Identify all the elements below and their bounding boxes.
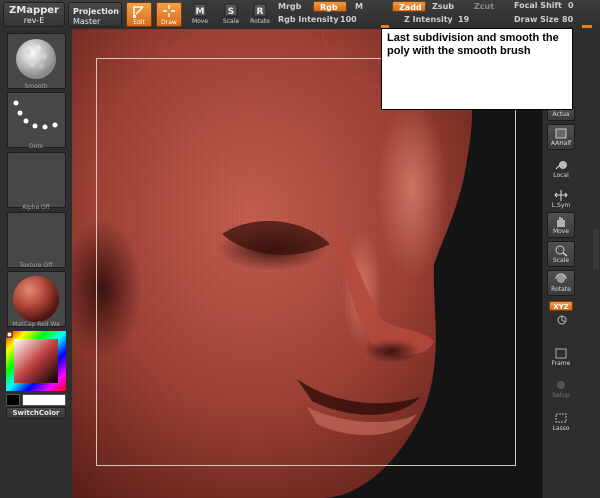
edit-tool-label: Edit [133,19,145,26]
scale-view-icon [555,245,568,257]
draw-size-value: 80 [562,15,574,24]
z-intensity-slider[interactable]: Z Intensity 19 [402,14,472,28]
scale-tool-label: Scale [222,18,240,25]
frame-label: Frame [551,360,571,367]
focal-shift-label: Focal Shift [514,1,562,10]
stroke-name: Dots [29,143,43,150]
matcap-sphere-icon [13,276,59,322]
top-toolbar: ZMapper rev-E Projection Master Edit Dra… [0,0,600,30]
draw-tool-label: Draw [161,19,177,26]
document-frame [96,58,516,466]
aahalf-button[interactable]: AAHalf [547,124,575,150]
zmapper-button[interactable]: ZMapper rev-E [3,2,65,27]
draw-tool-button[interactable]: Draw [156,2,182,27]
draw-icon [163,5,175,17]
alpha-thumbnail[interactable] [7,152,66,208]
zmapper-version: rev-E [23,16,45,25]
lasso-button[interactable]: Lasso [547,410,575,436]
aahalf-label: AAHalf [550,140,572,147]
scale-tool-button[interactable]: S Scale [218,2,244,27]
local-icon [555,161,567,170]
draw-size-label: Draw Size [514,15,559,24]
rgb-intensity-slider[interactable]: Rgb Intensity 100 [276,14,360,28]
setup-label: Setup [552,392,570,399]
svg-text:M: M [196,7,205,17]
move-icon: M [193,3,207,17]
rgb-intensity-label: Rgb Intensity [278,15,339,24]
tutorial-callout: Last subdivision and smooth the poly wit… [381,28,573,110]
texture-name: Texture Off [19,262,53,269]
focal-shift-slider[interactable]: Focal Shift 0 [512,0,598,14]
move-view-label: Move [552,228,570,235]
material-thumbnail[interactable] [7,271,66,327]
actual-label: Actua [552,111,570,118]
z-intensity-label: Z Intensity [404,15,453,24]
focal-shift-value: 0 [568,1,574,10]
z-intensity-value: 19 [458,15,470,24]
axis-icon [557,315,567,325]
local-button[interactable]: Local [547,157,575,183]
alpha-name: Alpha Off [22,204,50,211]
color-picker[interactable] [6,331,66,391]
scale-view-label: Scale [552,257,570,264]
frame-icon [555,348,567,359]
hand-icon [557,217,565,227]
xyz-label: XYZ [553,303,569,311]
main-color-swatch[interactable] [22,394,66,406]
move-view-button[interactable]: Move [547,212,575,238]
scale-icon: S [224,3,238,17]
aahalf-icon [555,128,567,139]
move-tool-button[interactable]: M Move [187,2,213,27]
lasso-label: Lasso [552,425,570,432]
rotate-tool-button[interactable]: R Rotate [247,2,273,27]
lasso-icon [555,413,567,423]
secondary-color-swatch[interactable] [6,394,20,406]
master-label: Master [73,17,101,26]
mrgb-toggle[interactable]: Mrgb [278,2,301,11]
rotate-view-icon [555,273,567,283]
projection-master-button[interactable]: Projection Master [68,2,122,27]
svg-text:R: R [257,7,264,17]
smooth-brush-icon [16,39,56,79]
xyz-toggle[interactable]: XYZ [549,301,573,311]
lsym-label: L.Sym [551,202,571,209]
scale-view-button[interactable]: Scale [547,241,575,267]
lsym-button[interactable]: L.Sym [547,187,575,213]
m-toggle[interactable]: M [355,2,363,11]
rotate-icon: R [253,3,267,17]
edit-tool-button[interactable]: Edit [126,2,152,27]
zmapper-label: ZMapper [9,5,59,16]
symmetry-icon [554,190,568,201]
texture-thumbnail[interactable] [7,212,66,268]
rotate-view-button[interactable]: Rotate [547,270,575,296]
switch-color-button[interactable]: SwitchColor [6,407,66,419]
rgb-intensity-value: 100 [340,15,357,24]
zadd-toggle[interactable]: Zadd [392,1,426,12]
rgb-toggle[interactable]: Rgb [313,1,347,12]
zsub-toggle[interactable]: Zsub [432,2,454,11]
rotate-tool-label: Rotate [250,18,270,25]
stroke-thumbnail[interactable] [7,92,66,148]
dots-stroke-icon [13,100,58,130]
svg-text:S: S [228,7,234,17]
setup-button[interactable]: Setup [547,377,575,403]
frame-button[interactable]: Frame [547,345,575,371]
color-wheel-icon [6,331,66,391]
brush-name: Smooth [24,83,48,90]
setup-icon [557,381,565,389]
projection-label: Projection [73,7,119,16]
move-tool-label: Move [191,18,209,25]
switch-color-label: SwitchColor [12,409,60,417]
shelf-collapse-handle[interactable] [593,229,599,269]
rotate-view-label: Rotate [551,286,571,293]
local-label: Local [553,172,569,179]
zcut-toggle[interactable]: Zcut [474,2,494,11]
left-tray: Smooth Dots Alpha Off Texture Off MatCap… [0,29,72,498]
material-name: MatCap Red Wa [12,321,60,328]
edit-icon [133,6,144,18]
brush-thumbnail[interactable] [7,33,66,89]
draw-size-fill [582,25,592,28]
